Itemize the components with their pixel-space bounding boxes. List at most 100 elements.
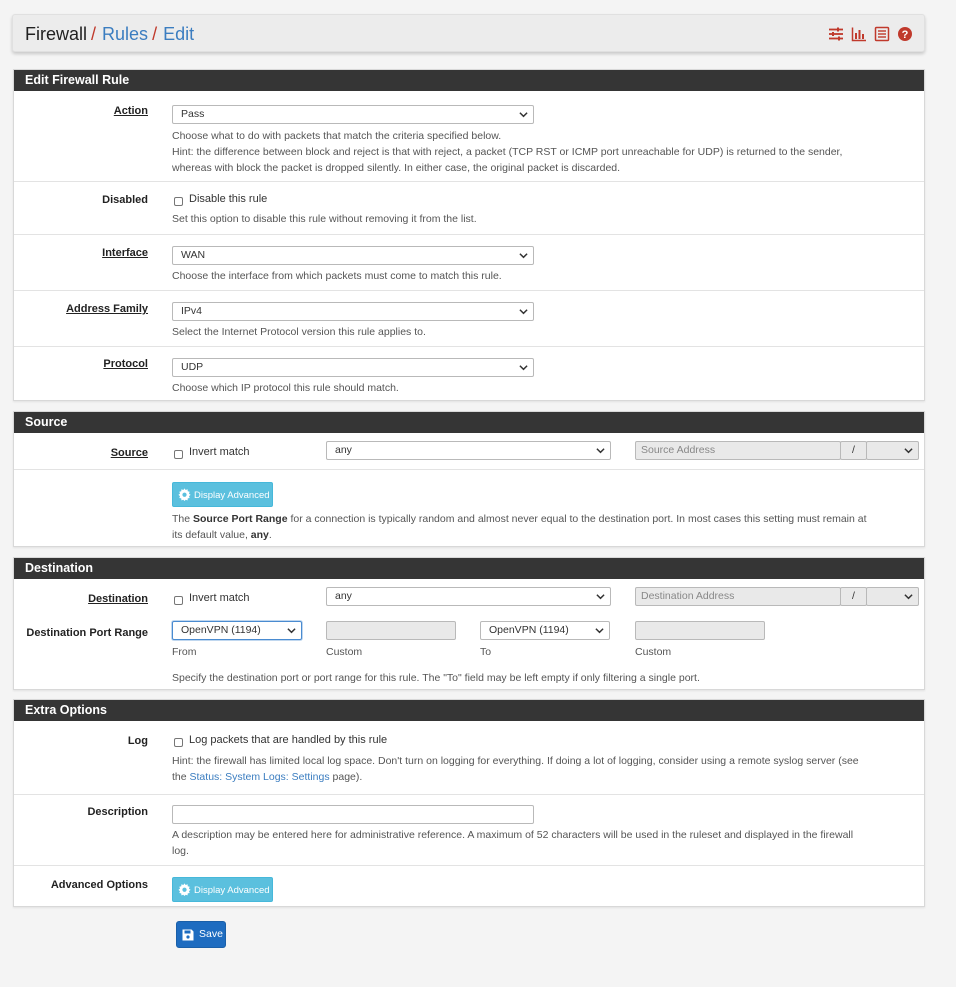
destination-port-to-custom-input[interactable] [635, 621, 765, 640]
destination-panel: Destination Destination Invert match any… [13, 557, 925, 690]
protocol-select[interactable]: UDP [172, 358, 534, 377]
destination-type-value: any [335, 590, 352, 602]
action-help-line: whereas with block the packet is dropped… [172, 162, 621, 174]
port-from-sublabel: From [172, 646, 197, 658]
advanced-options-row: Advanced Options Display Advanced [14, 865, 924, 907]
destination-address-input[interactable]: Destination Address [635, 587, 841, 606]
destination-type-select[interactable]: any [326, 587, 611, 606]
source-mask-select[interactable] [866, 441, 919, 460]
description-help: A description may be entered here for ad… [172, 827, 912, 859]
action-help-line: Hint: the difference between block and r… [172, 146, 843, 158]
port-to-custom-sublabel: Custom [635, 646, 672, 658]
action-help-line: Choose what to do with packets that matc… [172, 130, 502, 142]
help-text: The [172, 513, 194, 525]
interface-label: Interface [102, 247, 148, 259]
source-address-input[interactable]: Source Address [635, 441, 841, 460]
log-row: Log Log packets that are handled by this… [14, 721, 924, 794]
source-port-help-line1: The Source Port Range for a connection i… [172, 511, 912, 527]
slash-text: / [852, 444, 855, 456]
bar-chart-icon[interactable] [851, 26, 867, 42]
page-header: Firewall / Rules / Edit ? [12, 14, 925, 52]
source-label: Source [110, 447, 148, 459]
destination-invert-label: Invert match [189, 592, 250, 604]
source-type-select[interactable]: any [326, 441, 611, 460]
address-family-select[interactable]: IPv4 [172, 302, 534, 321]
chevron-down-icon [904, 594, 913, 600]
action-help: Choose what to do with packets that matc… [172, 128, 912, 176]
destination-slash: / [840, 587, 867, 606]
panel-title: Edit Firewall Rule [14, 70, 924, 91]
save-button[interactable]: Save [176, 921, 226, 948]
protocol-select-value: UDP [181, 361, 204, 373]
slash-text: / [852, 590, 855, 602]
help-text: its default value, [172, 529, 251, 541]
chevron-down-icon [519, 112, 528, 118]
interface-select[interactable]: WAN [172, 246, 534, 265]
destination-address-placeholder: Destination Address [641, 590, 735, 602]
chevron-down-icon [596, 594, 605, 600]
protocol-label: Protocol [103, 358, 148, 370]
breadcrumb-separator: / [152, 24, 158, 44]
port-to-sublabel: To [480, 646, 492, 658]
destination-port-from-custom-input[interactable] [326, 621, 456, 640]
description-row: Description A description may be entered… [14, 794, 924, 865]
log-help-line: the Status: System Logs: Settings page). [172, 769, 912, 785]
interface-select-value: WAN [181, 249, 206, 261]
source-display-advanced-button[interactable]: Display Advanced [172, 482, 273, 507]
breadcrumb-edit-link[interactable]: Edit [163, 24, 194, 44]
chevron-down-icon [519, 365, 528, 371]
sliders-icon[interactable] [828, 26, 844, 42]
help-bold: any [250, 529, 269, 541]
destination-invert-checkbox[interactable] [174, 596, 183, 605]
protocol-row: Protocol UDP Choose which IP protocol th… [14, 346, 924, 401]
destination-port-to-select[interactable]: OpenVPN (1194) [480, 621, 610, 640]
destination-port-row: Destination Port Range OpenVPN (1194) Op… [14, 612, 924, 690]
description-label: Description [87, 806, 148, 818]
help-text: page). [329, 771, 363, 783]
destination-port-from-select[interactable]: OpenVPN (1194) [172, 621, 302, 640]
help-text: for a connection is typically random and… [287, 513, 867, 525]
action-select-value: Pass [181, 108, 205, 120]
breadcrumb-rules-link[interactable]: Rules [102, 24, 148, 44]
source-advanced-row: Display Advanced The Source Port Range f… [14, 469, 924, 547]
address-family-select-value: IPv4 [181, 305, 203, 317]
address-family-row: Address Family IPv4 Select the Internet … [14, 290, 924, 346]
source-row: Source Invert match any Source Address / [14, 433, 924, 469]
disable-rule-checkbox-label: Disable this rule [189, 193, 268, 205]
disable-rule-checkbox[interactable] [174, 197, 183, 206]
source-invert-label: Invert match [189, 446, 250, 458]
disabled-row: Disabled Disable this rule Set this opti… [14, 181, 924, 234]
panel-title: Source [14, 412, 924, 433]
extra-options-panel: Extra Options Log Log packets that are h… [13, 699, 925, 907]
help-icon[interactable]: ? [897, 26, 913, 42]
disabled-label: Disabled [102, 194, 148, 206]
interface-row: Interface WAN Choose the interface from … [14, 234, 924, 290]
svg-text:?: ? [902, 29, 909, 41]
source-port-help-line2: its default value, any. [172, 527, 912, 543]
destination-row: Destination Invert match any Destination… [14, 579, 924, 612]
breadcrumb: Firewall / Rules / Edit [25, 24, 194, 45]
list-icon[interactable] [874, 26, 890, 42]
button-label: Display Advanced [194, 490, 270, 501]
help-bold: Source Port Range [193, 513, 288, 525]
destination-mask-select[interactable] [866, 587, 919, 606]
action-select[interactable]: Pass [172, 105, 534, 124]
source-address-placeholder: Source Address [641, 444, 716, 456]
source-invert-checkbox[interactable] [174, 450, 183, 459]
advanced-options-label: Advanced Options [50, 879, 148, 891]
source-panel: Source Source Invert match any Source Ad… [13, 411, 925, 547]
port-from-value: OpenVPN (1194) [181, 624, 261, 636]
description-input[interactable] [172, 805, 534, 824]
action-row: Action Pass Choose what to do with packe… [14, 91, 924, 181]
help-text: the [172, 771, 190, 783]
protocol-help: Choose which IP protocol this rule shoul… [172, 382, 399, 394]
system-logs-settings-link[interactable]: Status: System Logs: Settings [190, 771, 330, 783]
source-slash: / [840, 441, 867, 460]
chevron-down-icon [519, 253, 528, 259]
advanced-options-display-button[interactable]: Display Advanced [172, 877, 273, 902]
chevron-down-icon [519, 309, 528, 315]
log-checkbox[interactable] [174, 738, 183, 747]
gear-icon [178, 488, 191, 501]
edit-rule-panel: Edit Firewall Rule Action Pass Choose wh… [13, 69, 925, 401]
action-label: Action [113, 105, 148, 117]
